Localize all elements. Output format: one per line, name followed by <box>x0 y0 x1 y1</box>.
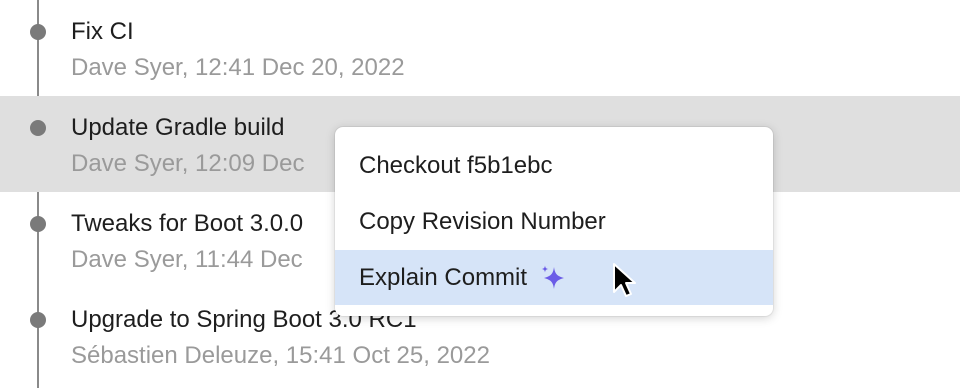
commit-message: Update Gradle build <box>71 114 285 141</box>
commit-dot <box>30 216 46 232</box>
commit-dot <box>30 120 46 136</box>
commit-dot <box>30 24 46 40</box>
commit-row[interactable]: Fix CI Dave Syer, 12:41 Dec 20, 2022 <box>0 0 960 96</box>
menu-item-checkout[interactable]: Checkout f5b1ebc <box>335 138 773 193</box>
menu-item-explain-commit[interactable]: Explain Commit <box>335 250 773 305</box>
menu-item-label: Copy Revision Number <box>359 207 606 235</box>
commit-meta: Dave Syer, 11:44 Dec <box>71 246 303 273</box>
menu-item-label: Checkout f5b1ebc <box>359 151 553 179</box>
commit-message: Fix CI <box>71 18 134 45</box>
commit-meta: Sébastien Deleuze, 15:41 Oct 25, 2022 <box>71 342 490 369</box>
sparkle-icon <box>541 265 565 289</box>
commit-meta: Dave Syer, 12:41 Dec 20, 2022 <box>71 54 405 81</box>
mouse-cursor-icon <box>613 263 636 297</box>
menu-item-copy-revision[interactable]: Copy Revision Number <box>335 194 773 249</box>
commit-meta: Dave Syer, 12:09 Dec <box>71 150 305 177</box>
menu-item-label: Explain Commit <box>359 263 528 291</box>
git-log-view: Fix CI Dave Syer, 12:41 Dec 20, 2022 Upd… <box>0 0 960 388</box>
commit-dot <box>30 312 46 328</box>
commit-message: Tweaks for Boot 3.0.0 <box>71 210 304 237</box>
context-menu: Checkout f5b1ebc Copy Revision Number Ex… <box>335 127 773 316</box>
